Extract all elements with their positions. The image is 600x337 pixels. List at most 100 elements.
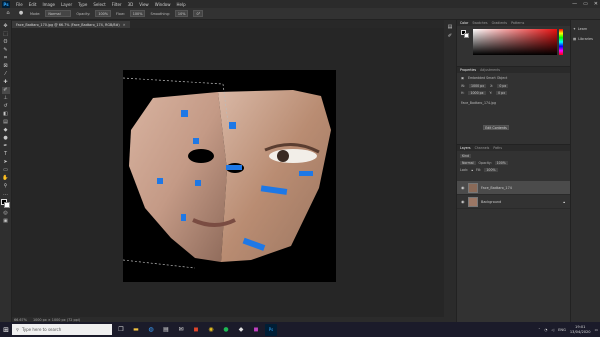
photoshop-taskbar-icon[interactable]: Ps (265, 323, 277, 336)
type-tool-icon[interactable]: T (2, 151, 10, 158)
eye-icon[interactable]: ◉ (461, 199, 465, 204)
frame-tool-icon[interactable]: ⊠ (2, 63, 10, 70)
browser-icon[interactable]: ◍ (145, 324, 157, 336)
opacity-input[interactable]: 100% (95, 10, 112, 17)
clone-stamp-tool-icon[interactable]: ⊥ (2, 95, 10, 102)
clock[interactable]: 19:01 13/04/2020 (570, 325, 591, 335)
zoom-tool-icon[interactable]: ⚲ (2, 183, 10, 190)
eye-icon[interactable]: ◉ (461, 185, 465, 190)
tab-swatches[interactable]: Swatches (472, 21, 487, 25)
y-input[interactable]: 0 px (496, 91, 508, 95)
blur-tool-icon[interactable]: ◆ (2, 127, 10, 134)
pen-tool-icon[interactable]: ✒ (2, 143, 10, 150)
lock-icon[interactable]: 🔒︎ (471, 168, 473, 172)
tray-up-icon[interactable]: ˄ (538, 328, 540, 332)
healing-tool-icon[interactable]: ✚ (2, 79, 10, 86)
x-input[interactable]: 0 px (497, 84, 509, 88)
lasso-tool-icon[interactable]: ʘ (2, 39, 10, 46)
document-tab[interactable]: Face_Badtaro_170.jpg @ 66.7% (Face_Badta… (12, 21, 130, 28)
hand-tool-icon[interactable]: ✋ (2, 175, 10, 182)
menu-select[interactable]: Select (90, 2, 108, 7)
hue-slider[interactable] (559, 29, 563, 55)
tab-layers[interactable]: Layers (460, 146, 471, 150)
panel-background-swatch[interactable] (464, 33, 469, 38)
libraries-panel-button[interactable]: ▦ Libraries (571, 34, 600, 44)
color-swatches[interactable] (0, 199, 11, 209)
menu-type[interactable]: Type (75, 2, 90, 7)
crop-tool-icon[interactable]: ⌗ (2, 55, 10, 62)
minimize-button[interactable]: — (572, 1, 577, 7)
background-color-swatch[interactable] (3, 202, 10, 208)
brush-settings-icon[interactable]: ✐ (446, 33, 454, 40)
app-icon[interactable]: ◆ (235, 324, 247, 336)
gradient-tool-icon[interactable]: ▤ (2, 119, 10, 126)
maximize-button[interactable]: ▭ (583, 1, 588, 7)
width-input[interactable]: 1000 px (469, 84, 487, 88)
tab-color[interactable]: Color (460, 21, 468, 25)
mail-icon[interactable]: ✉ (175, 324, 187, 336)
menu-filter[interactable]: Filter (109, 2, 125, 7)
layer-filter-select[interactable]: Kind (460, 154, 472, 158)
brush-tool-icon[interactable]: ✐ (1, 87, 10, 94)
task-view-icon[interactable]: ❐ (115, 324, 127, 336)
store-icon[interactable]: ▤ (160, 324, 172, 336)
rectangle-tool-icon[interactable]: ▭ (2, 167, 10, 174)
tray-language[interactable]: ENG (558, 328, 566, 332)
menu-help[interactable]: Help (173, 2, 188, 7)
close-window-button[interactable]: ✕ (594, 1, 598, 7)
layer-row[interactable]: ◉ Background 🔒︎ (457, 195, 571, 209)
tab-channels[interactable]: Channels (475, 146, 490, 150)
edit-contents-button[interactable]: Edit Contents (483, 125, 509, 130)
office-icon[interactable]: ◼ (190, 324, 202, 336)
quick-mask-icon[interactable]: ◎ (2, 210, 10, 217)
smoothing-input[interactable]: 10% (174, 10, 189, 17)
tab-paths[interactable]: Paths (493, 146, 502, 150)
close-document-icon[interactable]: ✕ (123, 23, 126, 27)
marquee-tool-icon[interactable]: ⬚ (2, 31, 10, 38)
menu-file[interactable]: File (13, 2, 26, 7)
menu-view[interactable]: View (136, 2, 152, 7)
path-select-tool-icon[interactable]: ➤ (2, 159, 10, 166)
brush-preset-icon[interactable]: ● (17, 10, 25, 17)
fill-input[interactable]: 100% (484, 168, 498, 172)
menu-layer[interactable]: Layer (58, 2, 75, 7)
blend-mode-select[interactable]: Normal (460, 161, 476, 165)
flow-input[interactable]: 100% (129, 10, 146, 17)
tab-adjustments[interactable]: Adjustments (480, 68, 500, 72)
eyedropper-tool-icon[interactable]: ⁄ (2, 71, 10, 78)
volume-icon[interactable]: ◁ (551, 328, 554, 332)
dodge-tool-icon[interactable]: ● (2, 135, 10, 142)
layer-row[interactable]: ◉ Face_Badtaro_174 (457, 181, 571, 195)
eraser-tool-icon[interactable]: ◧ (2, 111, 10, 118)
home-icon[interactable]: ⌂ (4, 10, 12, 17)
tab-gradients[interactable]: Gradients (492, 21, 508, 25)
taskbar-search[interactable]: ⚲ Type here to search (12, 324, 112, 335)
angle-input[interactable]: 0° (193, 10, 204, 17)
chrome-icon[interactable]: ◉ (205, 324, 217, 336)
screen-mode-icon[interactable]: ▣ (2, 218, 10, 225)
mode-select[interactable]: Normal (45, 10, 72, 17)
history-brush-tool-icon[interactable]: ↺ (2, 103, 10, 110)
color-picker-field[interactable] (473, 29, 557, 55)
menu-image[interactable]: Image (39, 2, 58, 7)
zoom-level[interactable]: 66.67% (14, 318, 27, 322)
layer-opacity-input[interactable]: 100% (494, 161, 508, 165)
notifications-icon[interactable]: ▭ (595, 328, 598, 332)
menu-3d[interactable]: 3D (125, 2, 137, 7)
spotify-icon[interactable]: ● (220, 324, 232, 336)
learn-panel-button[interactable]: ✦ Learn (571, 24, 600, 34)
network-icon[interactable]: ◔ (544, 328, 547, 332)
document-canvas[interactable] (122, 70, 336, 282)
start-button[interactable]: ⊞ (0, 322, 12, 337)
history-panel-icon[interactable]: ▤ (446, 24, 454, 31)
tab-properties[interactable]: Properties (460, 68, 476, 72)
more-tools-icon[interactable]: … (2, 191, 10, 198)
menu-edit[interactable]: Edit (26, 2, 40, 7)
explorer-icon[interactable]: ▬ (130, 324, 142, 336)
tab-patterns[interactable]: Patterns (511, 21, 524, 25)
quick-select-tool-icon[interactable]: ✎ (2, 47, 10, 54)
move-tool-icon[interactable]: ✥ (2, 23, 10, 30)
media-icon[interactable]: ◼ (250, 324, 262, 336)
menu-window[interactable]: Window (152, 2, 174, 7)
height-input[interactable]: 1000 px (468, 91, 486, 95)
